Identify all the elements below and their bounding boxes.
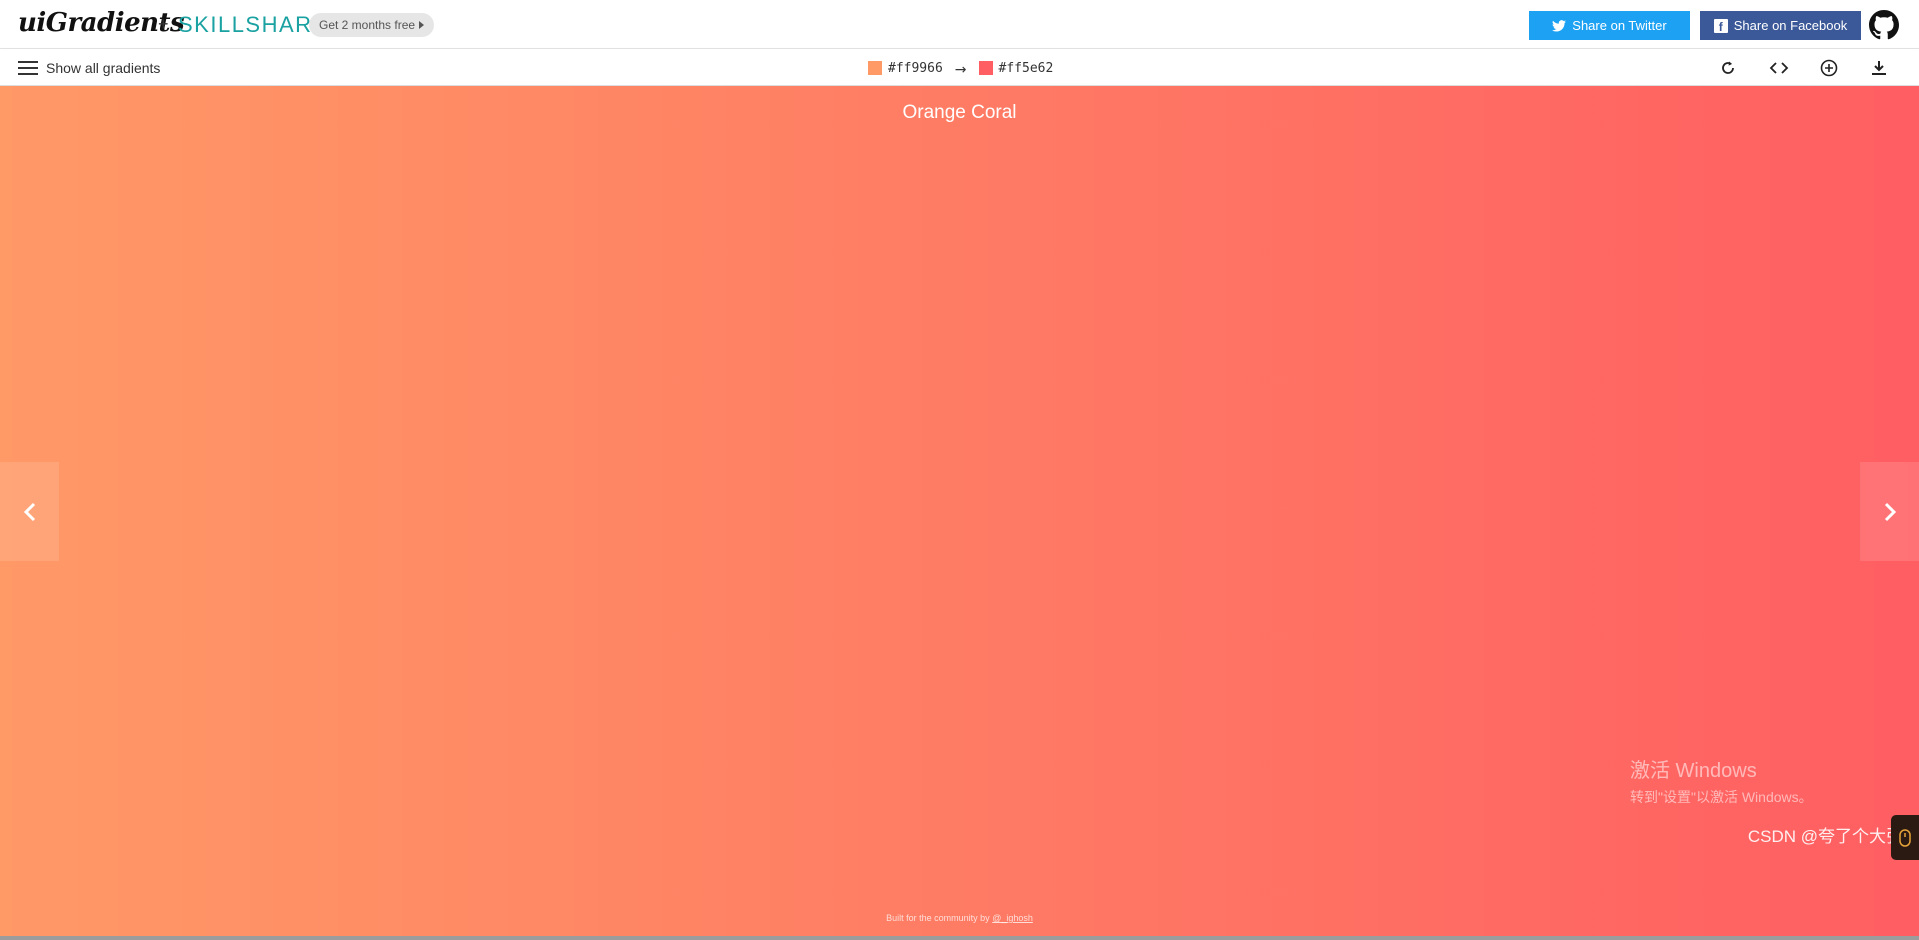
author-link[interactable]: @_ighosh bbox=[992, 913, 1033, 923]
start-color-code[interactable]: #ff9966 bbox=[888, 61, 943, 76]
download-icon[interactable] bbox=[1869, 58, 1889, 78]
gradient-name: Orange Coral bbox=[902, 102, 1017, 123]
share-facebook-label: Share on Facebook bbox=[1733, 18, 1848, 33]
code-icon[interactable] bbox=[1769, 58, 1789, 78]
promo-label: Get 2 months free bbox=[319, 18, 416, 32]
watermark-title: 激活 Windows bbox=[1630, 760, 1757, 782]
arrow-right-icon: → bbox=[954, 62, 967, 78]
brand-plus: + bbox=[158, 14, 169, 34]
hamburger-icon bbox=[18, 61, 38, 75]
share-twitter-label: Share on Twitter bbox=[1572, 18, 1667, 33]
watermark-subtitle: 转到"设置"以激活 Windows。 bbox=[1630, 789, 1813, 805]
chevron-left-icon bbox=[23, 502, 35, 521]
end-color-swatch bbox=[978, 61, 993, 75]
bottom-scroll-strip bbox=[0, 936, 1919, 940]
facebook-icon: f bbox=[1713, 18, 1728, 33]
promo-button[interactable]: Get 2 months free bbox=[309, 13, 435, 37]
start-color-swatch bbox=[868, 61, 882, 75]
gradient-toolbar: Show all gradients #ff9966 → #ff5e62 bbox=[0, 49, 1919, 86]
skillshare-logo[interactable]: SKILLSHARE bbox=[178, 12, 329, 38]
next-gradient-button[interactable] bbox=[1860, 462, 1919, 561]
gradient-preview: Orange Coral Built for the community by … bbox=[0, 86, 1919, 936]
side-widget-button[interactable] bbox=[1891, 815, 1919, 860]
footer-credit: Built for the community by @_ighosh bbox=[0, 913, 1919, 923]
footer-credit-text: Built for the community by bbox=[886, 913, 990, 923]
windows-activation-watermark: 激活 Windows 转到"设置"以激活 Windows。 bbox=[1630, 754, 1813, 807]
end-color-code[interactable]: #ff5e62 bbox=[999, 61, 1054, 76]
show-all-gradients-label: Show all gradients bbox=[46, 60, 161, 76]
add-icon[interactable] bbox=[1819, 58, 1839, 78]
github-icon[interactable] bbox=[1869, 10, 1899, 40]
mouse-icon bbox=[1899, 828, 1911, 847]
caret-right-icon bbox=[419, 21, 425, 29]
top-bar: uiGradients + SKILLSHARE Get 2 months fr… bbox=[0, 0, 1919, 49]
rotate-icon[interactable] bbox=[1718, 58, 1738, 78]
csdn-watermark: CSDN @夸了个大张 bbox=[1747, 827, 1903, 846]
previous-gradient-button[interactable] bbox=[0, 462, 59, 561]
show-all-gradients-button[interactable]: Show all gradients bbox=[18, 57, 160, 79]
share-facebook-button[interactable]: f Share on Facebook bbox=[1700, 11, 1861, 40]
twitter-icon bbox=[1552, 19, 1567, 32]
chevron-right-icon bbox=[1884, 502, 1896, 521]
color-codes: #ff9966 → #ff5e62 bbox=[868, 59, 1054, 78]
share-twitter-button[interactable]: Share on Twitter bbox=[1529, 11, 1690, 40]
